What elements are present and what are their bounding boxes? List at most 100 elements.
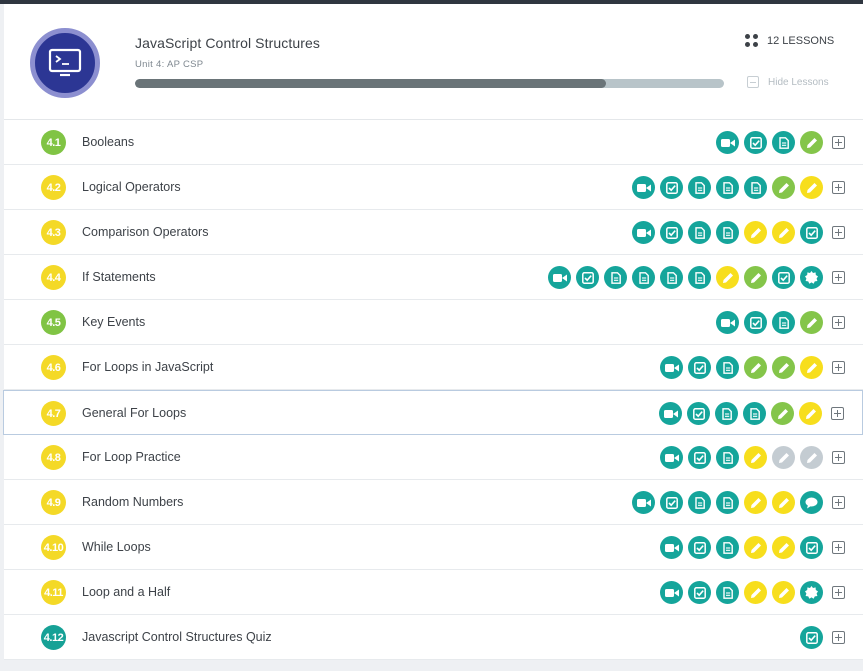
video-icon[interactable] (659, 402, 682, 425)
pencil-icon[interactable] (744, 581, 767, 604)
checkbox-icon[interactable] (576, 266, 599, 289)
pencil-icon[interactable] (771, 402, 794, 425)
document-icon[interactable] (688, 221, 711, 244)
lesson-row[interactable]: 4.5 Key Events (4, 300, 863, 345)
expand-icon[interactable] (832, 361, 845, 374)
video-icon[interactable] (632, 221, 655, 244)
lesson-row[interactable]: 4.12 Javascript Control Structures Quiz (4, 615, 863, 660)
checkbox-icon[interactable] (800, 536, 823, 559)
checkbox-icon[interactable] (800, 626, 823, 649)
chat-icon[interactable] (800, 491, 823, 514)
pencil-icon[interactable] (772, 356, 795, 379)
document-icon[interactable] (660, 266, 683, 289)
checkbox-icon[interactable] (744, 311, 767, 334)
expand-icon[interactable] (832, 226, 845, 239)
lesson-title[interactable]: Key Events (82, 315, 145, 329)
video-icon[interactable] (716, 131, 739, 154)
pencil-icon[interactable] (744, 536, 767, 559)
pencil-icon[interactable] (800, 311, 823, 334)
pencil-icon[interactable] (800, 356, 823, 379)
video-icon[interactable] (660, 356, 683, 379)
lesson-row[interactable]: 4.10 While Loops (4, 525, 863, 570)
pencil-icon[interactable] (744, 446, 767, 469)
lesson-title[interactable]: General For Loops (82, 406, 186, 420)
expand-icon[interactable] (832, 271, 845, 284)
lesson-title[interactable]: For Loop Practice (82, 450, 181, 464)
video-icon[interactable] (660, 536, 683, 559)
document-icon[interactable] (716, 221, 739, 244)
pencil-icon[interactable] (744, 266, 767, 289)
checkbox-icon[interactable] (688, 356, 711, 379)
badge-icon[interactable] (800, 266, 823, 289)
lesson-title[interactable]: Logical Operators (82, 180, 181, 194)
video-icon[interactable] (548, 266, 571, 289)
document-icon[interactable] (688, 491, 711, 514)
document-icon[interactable] (688, 266, 711, 289)
hide-lessons-toggle[interactable]: Hide Lessons (747, 76, 829, 88)
checkbox-icon[interactable] (772, 266, 795, 289)
document-icon[interactable] (716, 356, 739, 379)
document-icon[interactable] (772, 311, 795, 334)
lesson-title[interactable]: Random Numbers (82, 495, 183, 509)
video-icon[interactable] (716, 311, 739, 334)
pencil-icon[interactable] (744, 491, 767, 514)
document-icon[interactable] (716, 446, 739, 469)
pencil-icon[interactable] (772, 491, 795, 514)
document-icon[interactable] (716, 491, 739, 514)
checkbox-icon[interactable] (800, 221, 823, 244)
document-icon[interactable] (716, 536, 739, 559)
checkbox-icon[interactable] (660, 491, 683, 514)
pencil-icon[interactable] (716, 266, 739, 289)
lesson-title[interactable]: If Statements (82, 270, 156, 284)
pencil-icon[interactable] (772, 581, 795, 604)
pencil-icon[interactable] (800, 176, 823, 199)
badge-icon[interactable] (800, 581, 823, 604)
video-icon[interactable] (660, 581, 683, 604)
expand-icon[interactable] (832, 451, 845, 464)
lesson-row[interactable]: 4.9 Random Numbers (4, 480, 863, 525)
document-icon[interactable] (688, 176, 711, 199)
pencil-icon[interactable] (744, 221, 767, 244)
expand-icon[interactable] (832, 496, 845, 509)
checkbox-icon[interactable] (688, 536, 711, 559)
video-icon[interactable] (632, 176, 655, 199)
expand-icon[interactable] (831, 407, 844, 420)
lesson-row[interactable]: 4.6 For Loops in JavaScript (4, 345, 863, 390)
pencil-icon[interactable] (744, 356, 767, 379)
lesson-title[interactable]: While Loops (82, 540, 151, 554)
lesson-row[interactable]: 4.1 Booleans (4, 120, 863, 165)
checkbox-icon[interactable] (688, 446, 711, 469)
document-icon[interactable] (744, 176, 767, 199)
lesson-title[interactable]: Javascript Control Structures Quiz (82, 630, 272, 644)
pencil-icon[interactable] (772, 221, 795, 244)
expand-icon[interactable] (832, 631, 845, 644)
document-icon[interactable] (632, 266, 655, 289)
document-icon[interactable] (743, 402, 766, 425)
expand-icon[interactable] (832, 181, 845, 194)
lesson-title[interactable]: Booleans (82, 135, 134, 149)
pencil-icon[interactable] (772, 446, 795, 469)
pencil-icon[interactable] (772, 536, 795, 559)
checkbox-icon[interactable] (660, 221, 683, 244)
document-icon[interactable] (604, 266, 627, 289)
pencil-icon[interactable] (772, 176, 795, 199)
checkbox-icon[interactable] (660, 176, 683, 199)
lesson-row[interactable]: 4.8 For Loop Practice (4, 435, 863, 480)
checkbox-icon[interactable] (687, 402, 710, 425)
video-icon[interactable] (632, 491, 655, 514)
document-icon[interactable] (716, 581, 739, 604)
expand-icon[interactable] (832, 136, 845, 149)
document-icon[interactable] (715, 402, 738, 425)
document-icon[interactable] (772, 131, 795, 154)
lesson-title[interactable]: Loop and a Half (82, 585, 170, 599)
expand-icon[interactable] (832, 541, 845, 554)
pencil-icon[interactable] (800, 131, 823, 154)
lesson-title[interactable]: For Loops in JavaScript (82, 360, 213, 374)
lesson-title[interactable]: Comparison Operators (82, 225, 208, 239)
document-icon[interactable] (716, 176, 739, 199)
pencil-icon[interactable] (800, 446, 823, 469)
checkbox-icon[interactable] (744, 131, 767, 154)
expand-icon[interactable] (832, 316, 845, 329)
checkbox-icon[interactable] (688, 581, 711, 604)
video-icon[interactable] (660, 446, 683, 469)
